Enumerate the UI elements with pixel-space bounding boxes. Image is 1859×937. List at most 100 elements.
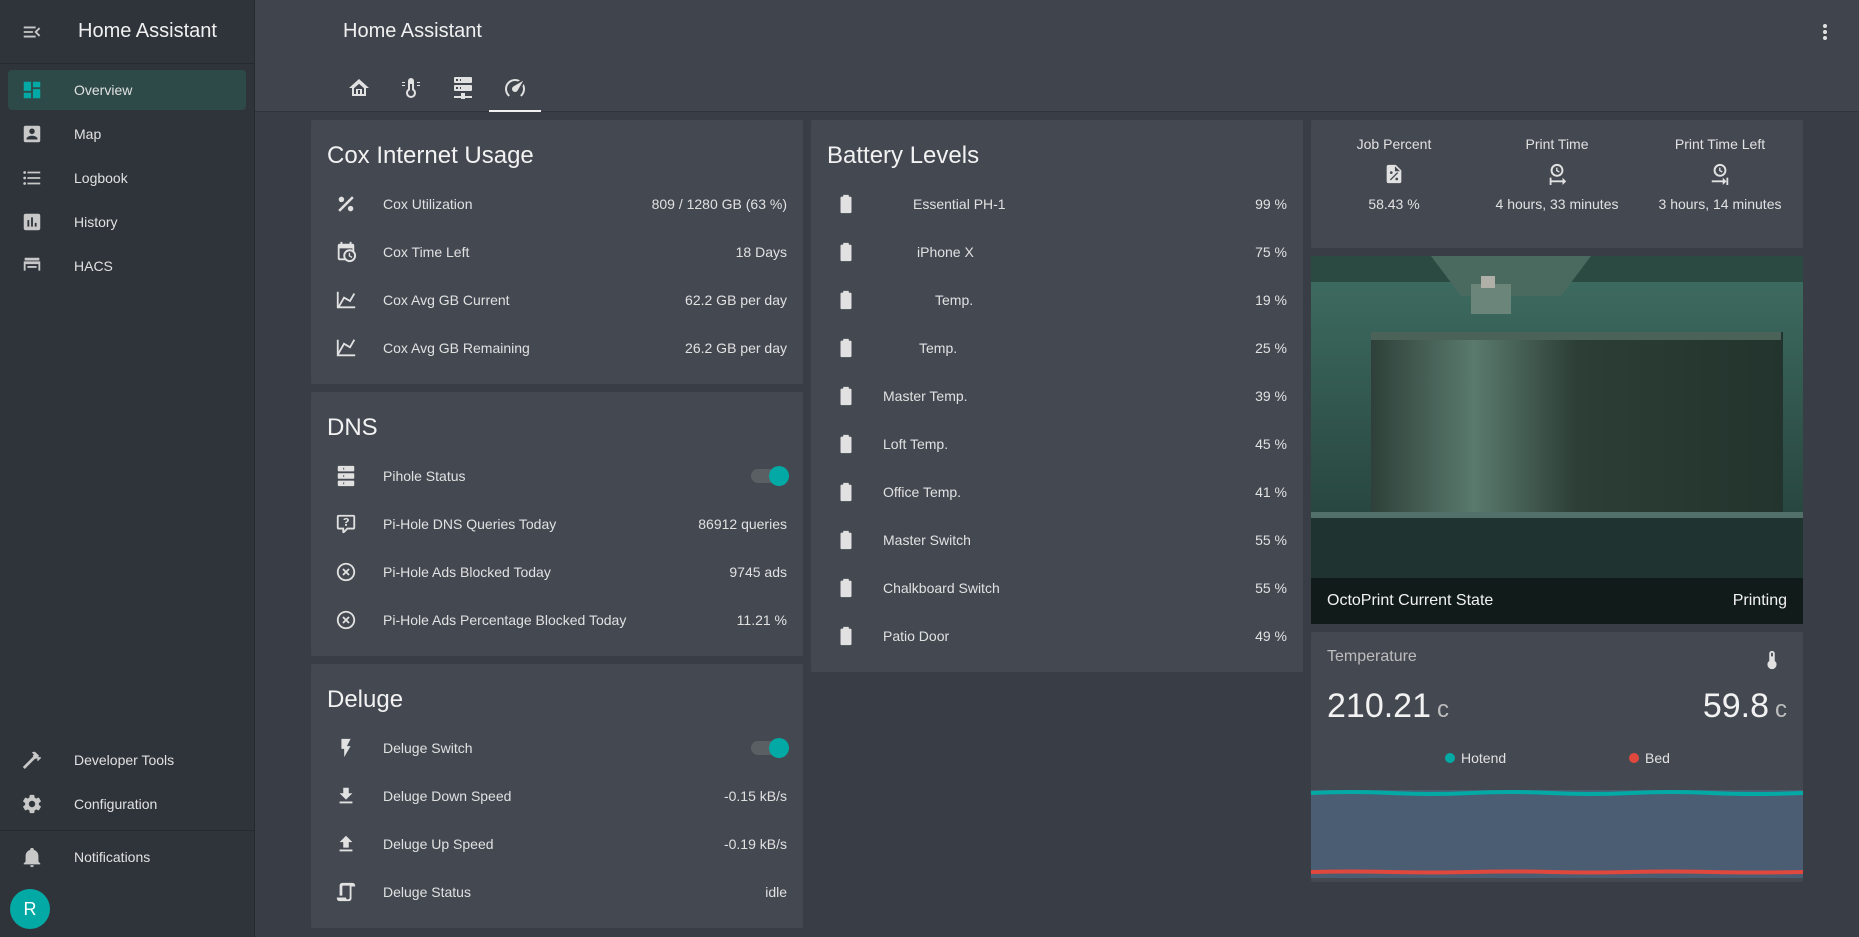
sidebar-item-map[interactable]: Map — [8, 114, 246, 154]
battery-levels-card: Battery Levels Essential PH-1 99 % iPhone … — [811, 120, 1303, 672]
battery-row[interactable]: iPhone X 75 % — [827, 232, 1287, 272]
account-box-icon — [8, 123, 56, 145]
hotend-line — [1311, 790, 1803, 796]
pihole-status-toggle[interactable] — [751, 466, 789, 486]
battery-row[interactable]: Essential PH-1 99 % — [827, 184, 1287, 224]
sidebar-item-configuration[interactable]: Configuration — [8, 784, 246, 824]
battery-icon — [827, 241, 867, 263]
entity-row[interactable]: Pi-Hole Ads Percentage Blocked Today 11.… — [327, 600, 787, 640]
battery-icon — [827, 577, 867, 599]
hammer-icon — [8, 749, 56, 771]
user-row: R — [0, 881, 254, 937]
battery-row[interactable]: Master Temp. 39 % — [827, 376, 1287, 416]
entity-row[interactable]: Cox Time Left 18 Days — [327, 232, 787, 272]
entity-name: Patio Door — [883, 628, 950, 644]
comment-question-icon — [327, 513, 367, 535]
stat-print-time[interactable]: Print Time 4 hours, 33 minutes — [1482, 136, 1632, 212]
entity-row[interactable]: Cox Avg GB Remaining 26.2 GB per day — [327, 328, 787, 368]
chart-box-icon — [8, 211, 56, 233]
entity-name: Temp. — [919, 340, 958, 356]
battery-icon — [827, 385, 867, 407]
entity-value: 809 / 1280 GB (63 %) — [651, 196, 787, 212]
flash-icon — [327, 737, 367, 759]
tab-home[interactable] — [333, 68, 385, 112]
menu-open-icon[interactable] — [0, 0, 64, 64]
home-icon — [347, 76, 371, 105]
entity-row[interactable]: Deluge Down Speed -0.15 kB/s — [327, 776, 787, 816]
server-icon — [451, 76, 475, 105]
sidebar-item-overview[interactable]: Overview — [8, 70, 246, 110]
battery-row[interactable]: Office Temp. 41 % — [827, 472, 1287, 512]
sidebar-item-logbook[interactable]: Logbook — [8, 158, 246, 198]
stat-print-time-left[interactable]: Print Time Left 3 hours, 14 minutes — [1645, 136, 1795, 212]
avatar[interactable]: R — [10, 889, 50, 929]
download-icon — [327, 785, 367, 807]
sidebar-header: Home Assistant — [0, 0, 254, 64]
script-icon — [327, 881, 367, 903]
entity-value: 55 % — [1255, 532, 1287, 548]
tab-server[interactable] — [437, 68, 489, 112]
chart-line-icon — [327, 289, 367, 311]
clock-end-icon — [1645, 152, 1795, 196]
entity-name: Pi-Hole Ads Blocked Today — [383, 564, 551, 580]
battery-icon — [827, 193, 867, 215]
stat-title: Print Time Left — [1674, 136, 1766, 152]
battery-row[interactable]: Temp. 25 % — [827, 328, 1287, 368]
sidebar-item-notifications[interactable]: Notifications — [8, 837, 246, 877]
battery-row[interactable]: Master Switch 55 % — [827, 520, 1287, 560]
entity-name: Deluge Down Speed — [383, 788, 512, 804]
more-options-icon[interactable] — [1813, 20, 1837, 49]
card-title: Cox Internet Usage — [327, 142, 534, 169]
entity-name: iPhone X — [917, 244, 974, 260]
entity-name: Cox Time Left — [383, 244, 470, 260]
dashboard-icon — [8, 79, 56, 101]
sidebar-divider — [0, 830, 254, 831]
entity-value: 75 % — [1255, 244, 1287, 260]
battery-row[interactable]: Patio Door 49 % — [827, 616, 1287, 656]
sidebar-item-developer-tools[interactable]: Developer Tools — [8, 740, 246, 780]
upload-icon — [327, 833, 367, 855]
entity-row[interactable]: Pi-Hole DNS Queries Today 86912 queries — [327, 504, 787, 544]
sidebar-item-hacs[interactable]: HACS — [8, 246, 246, 286]
graph-area — [1311, 790, 1803, 878]
bell-icon — [8, 846, 56, 868]
legend-dot — [1445, 753, 1455, 763]
entity-row[interactable]: Cox Avg GB Current 62.2 GB per day — [327, 280, 787, 320]
entity-name: Loft Temp. — [883, 436, 949, 452]
entity-row[interactable]: Deluge Status idle — [327, 872, 787, 912]
battery-icon — [827, 433, 867, 455]
entity-row[interactable]: Deluge Up Speed -0.19 kB/s — [327, 824, 787, 864]
entity-value: 26.2 GB per day — [685, 340, 787, 356]
printer-stats-card: Job Percent 58.43 % Print Time 4 hours, … — [1311, 120, 1803, 248]
battery-row[interactable]: Chalkboard Switch 55 % — [827, 568, 1287, 608]
thermometer-icon — [399, 76, 423, 105]
legend-dot — [1629, 753, 1639, 763]
legend-label: Bed — [1645, 750, 1670, 766]
stat-title: Job Percent — [1356, 136, 1432, 152]
battery-row[interactable]: Loft Temp. 45 % — [827, 424, 1287, 464]
temperature-card[interactable]: Temperature 210.21 c 59.8 c Hotend Bed — [1311, 632, 1803, 882]
tab-speedometer[interactable] — [489, 68, 541, 112]
battery-row[interactable]: Temp. 19 % — [827, 280, 1287, 320]
entity-name: Cox Utilization — [383, 196, 473, 212]
entity-name: Master Temp. — [883, 388, 968, 404]
deluge-switch-toggle[interactable] — [751, 738, 789, 758]
cox-internet-card: Cox Internet Usage Cox Utilization 809 /… — [311, 120, 803, 384]
tab-thermometer[interactable] — [385, 68, 437, 112]
sidebar: Home Assistant Overview Map Logbook Hist… — [0, 0, 255, 937]
sidebar-title: Home Assistant — [78, 20, 217, 42]
bed-temperature: 59.8 c — [1703, 687, 1787, 726]
gear-icon — [8, 793, 56, 815]
entity-row[interactable]: Deluge Switch — [327, 728, 789, 768]
entity-name: Cox Avg GB Current — [383, 292, 510, 308]
entity-value: 86912 queries — [698, 516, 787, 532]
battery-icon — [827, 529, 867, 551]
entity-row[interactable]: Pihole Status — [327, 456, 789, 496]
entity-row[interactable]: Cox Utilization 809 / 1280 GB (63 %) — [327, 184, 787, 224]
entity-row[interactable]: Pi-Hole Ads Blocked Today 9745 ads — [327, 552, 787, 592]
stat-job-percent[interactable]: Job Percent 58.43 % — [1319, 136, 1469, 212]
sidebar-item-history[interactable]: History — [8, 202, 246, 242]
battery-icon — [827, 289, 867, 311]
sidebar-item-label: History — [74, 214, 118, 230]
octoprint-camera[interactable]: OctoPrint Current State Printing — [1311, 256, 1803, 624]
